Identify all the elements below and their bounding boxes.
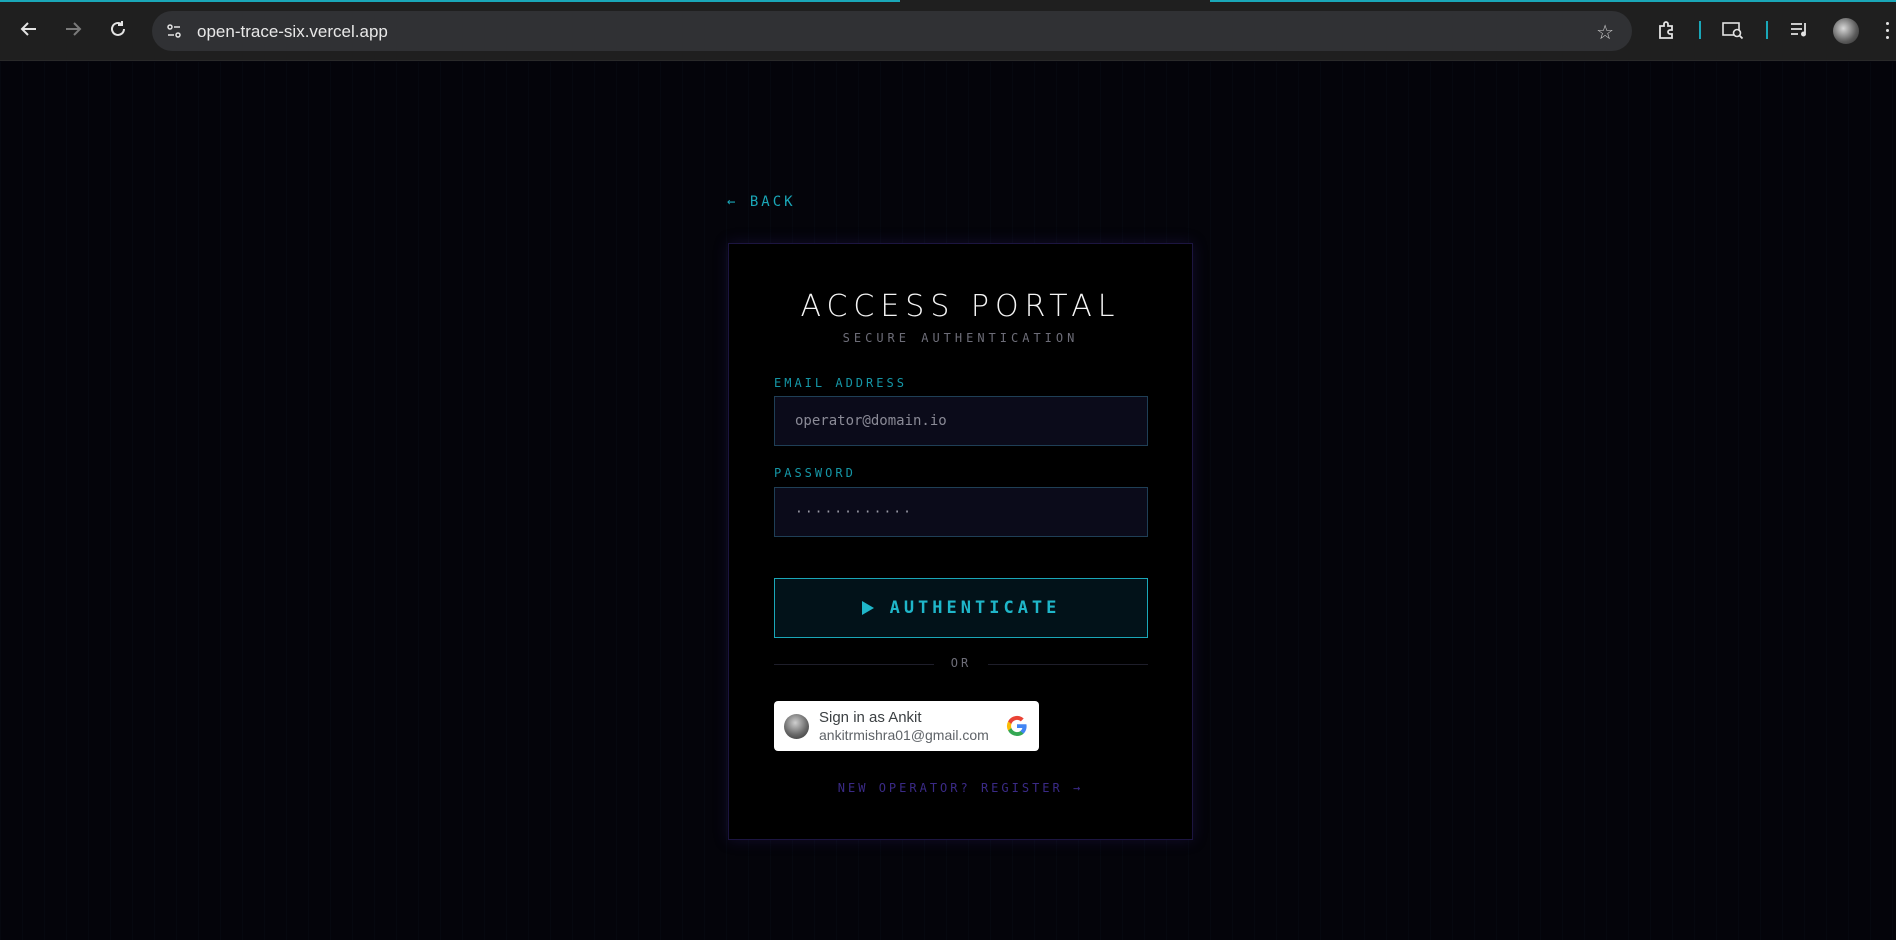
address-bar[interactable]: open-trace-six.vercel.app ☆ [152,11,1632,51]
url-text[interactable]: open-trace-six.vercel.app [197,22,388,42]
site-info-icon[interactable] [162,19,186,43]
toolbar-divider [1766,21,1768,39]
google-account-name: Sign in as Ankit [819,709,922,726]
email-label: EMAIL ADDRESS [774,376,907,390]
search-page-icon[interactable] [1720,17,1746,43]
page-title: ACCESS PORTAL [800,289,1121,324]
register-link[interactable]: NEW OPERATOR? REGISTER → [729,781,1192,795]
or-divider: OR [774,656,1148,672]
login-card: ACCESS PORTAL SECURE AUTHENTICATION EMAI… [728,243,1193,840]
password-field[interactable]: ············ [774,487,1148,537]
password-label: PASSWORD [774,466,856,480]
tab-accent-bar [1210,0,1896,2]
profile-avatar-icon[interactable] [1833,18,1859,44]
google-account-email: ankitrmishra01@gmail.com [819,727,989,743]
google-logo-icon [1006,715,1027,736]
media-control-icon[interactable] [1787,17,1813,43]
google-signin-button[interactable]: Sign in as Ankit ankitrmishra01@gmail.co… [774,701,1039,751]
page-background: ← BACK ACCESS PORTAL SECURE AUTHENTICATI… [0,62,1896,940]
back-arrow-icon[interactable] [15,15,43,43]
authenticate-label: AUTHENTICATE [889,598,1061,618]
reload-icon[interactable] [104,15,132,43]
menu-kebab-icon[interactable] [1886,22,1890,40]
forward-arrow-icon[interactable] [59,15,87,43]
authenticate-button[interactable]: AUTHENTICATE [774,578,1148,638]
avatar [784,714,809,739]
page-subtitle: SECURE AUTHENTICATION [842,331,1079,345]
extensions-icon[interactable] [1653,17,1679,43]
browser-toolbar: open-trace-six.vercel.app ☆ [0,0,1896,61]
back-link[interactable]: ← BACK [727,194,796,210]
bookmark-star-icon[interactable]: ☆ [1596,20,1614,45]
divider-line [988,664,1148,665]
or-label: OR [950,656,972,670]
tab-accent-bar [0,0,900,2]
play-icon [861,601,874,615]
email-field[interactable]: operator@domain.io [774,396,1148,446]
toolbar-divider [1699,21,1701,39]
